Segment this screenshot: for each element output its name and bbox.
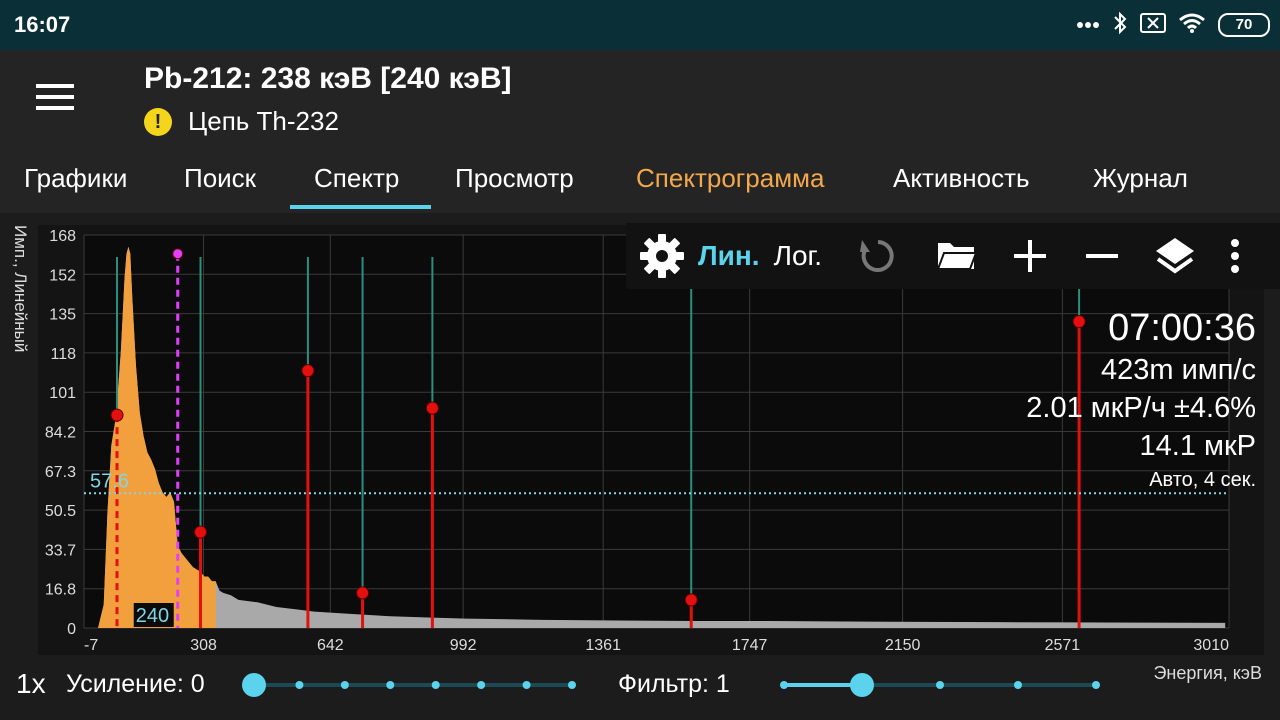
tab-activity[interactable]: Активность (893, 163, 1030, 194)
y-tick-label: 101 (49, 385, 76, 402)
tab-log[interactable]: Журнал (1093, 163, 1188, 194)
marker-point (356, 586, 370, 600)
zoom-level-button[interactable]: 1x (16, 668, 46, 700)
active-tab-indicator (290, 205, 431, 209)
tab-spectrogram[interactable]: Спектрограмма (636, 163, 824, 194)
slider-tick (568, 681, 576, 689)
refresh-icon[interactable] (858, 236, 898, 276)
slider-tick (1092, 681, 1100, 689)
x-tick-label: 2150 (885, 637, 921, 654)
sim-off-icon (1140, 12, 1166, 38)
acquisition-mode: Авто, 4 сек. (1149, 469, 1256, 491)
subtitle-text: Цепь Th-232 (188, 106, 339, 136)
x-tick-label: 308 (190, 637, 217, 654)
level-label: 57.6 (90, 470, 129, 492)
cursor-energy-label: 240 (136, 605, 169, 627)
slider-tick (386, 681, 395, 689)
y-tick-label: 67.3 (45, 464, 76, 481)
slider-thumb (850, 673, 874, 697)
y-tick-label: 135 (49, 307, 76, 324)
x-tick-label: 992 (450, 637, 477, 654)
y-tick-label: 84.2 (45, 425, 76, 442)
y-tick-label: 16.8 (45, 582, 76, 599)
dose-rate: 2.01 мкР/ч ±4.6% (1026, 392, 1256, 424)
x-tick-label: 2571 (1045, 637, 1081, 654)
marker-point (301, 364, 315, 378)
x-tick-label: 1747 (732, 637, 768, 654)
app-bar: Pb-212: 238 кэВ [240 кэВ] ! Цепь Th-232 (0, 50, 1280, 145)
x-tick-label: 642 (317, 637, 344, 654)
log-scale-button[interactable]: Лог. (774, 240, 823, 272)
slider-tick (1014, 681, 1022, 689)
minus-icon[interactable] (1084, 238, 1120, 274)
gear-icon[interactable] (638, 232, 686, 280)
y-tick-label: 168 (49, 228, 76, 245)
status-icons: 70 (1076, 10, 1270, 40)
status-bar: 16:07 70 (0, 0, 1280, 50)
x-tick-label: 1361 (585, 637, 621, 654)
slider-tick (522, 681, 531, 689)
x-tick-label: 3010 (1193, 637, 1229, 654)
y-tick-label: 118 (50, 346, 76, 363)
warning-info-icon[interactable]: ! (144, 107, 172, 136)
slider-tick (936, 681, 944, 689)
tab-graphs[interactable]: Графики (24, 163, 127, 194)
bottom-controls: 1x Усиление: 0 Фильтр: 1 (0, 660, 1280, 720)
filter-slider[interactable] (770, 670, 1110, 700)
page-subtitle: ! Цепь Th-232 (144, 106, 339, 137)
slider-thumb (242, 673, 266, 697)
tab-spectrum[interactable]: Спектр (314, 163, 399, 194)
y-tick-label: 50.5 (45, 503, 76, 520)
y-tick-label: 0 (67, 621, 76, 638)
tab-search[interactable]: Поиск (184, 163, 256, 194)
gain-slider[interactable] (240, 670, 586, 700)
slider-tick (477, 681, 486, 689)
battery-icon: 70 (1218, 13, 1270, 37)
layers-icon[interactable] (1154, 235, 1196, 277)
marker-point (684, 593, 698, 607)
more-dots-icon (1076, 16, 1100, 34)
tab-bar: Графики Поиск Спектр Просмотр Спектрогра… (0, 145, 1280, 213)
slider-tick (431, 681, 440, 689)
y-tick-label: 33.7 (45, 542, 76, 559)
filter-label: Фильтр: 1 (618, 670, 730, 698)
more-vert-icon[interactable] (1230, 238, 1240, 274)
marker-point (194, 525, 208, 539)
status-time: 16:07 (14, 12, 71, 37)
page-title: Pb-212: 238 кэВ [240 кэВ] (144, 62, 512, 95)
slider-tick (780, 681, 788, 689)
accumulated-dose: 14.1 мкР (1139, 430, 1256, 462)
plus-icon[interactable] (1012, 238, 1048, 274)
gain-label: Усиление: 0 (66, 670, 205, 698)
slider-tick (340, 681, 349, 689)
elapsed-time: 07:00:36 (1108, 307, 1256, 349)
marker-point (425, 401, 439, 415)
linear-scale-button[interactable]: Лин. (698, 240, 760, 272)
wifi-icon (1178, 12, 1206, 39)
chart-toolbar: Лин. Лог. (626, 223, 1280, 289)
x-tick-label: -7 (84, 637, 98, 654)
count-rate: 423m имп/с (1101, 354, 1256, 386)
marker-point (110, 408, 124, 422)
bluetooth-icon (1112, 11, 1128, 40)
folder-open-icon[interactable] (936, 239, 978, 273)
marker-point (172, 248, 184, 260)
slider-tick (295, 681, 304, 689)
measurement-readouts: 07:00:36 423m имп/с 2.01 мкР/ч ±4.6% 14.… (1026, 305, 1256, 495)
y-tick-label: 152 (49, 267, 76, 284)
hamburger-menu-icon[interactable] (36, 80, 76, 114)
tab-view[interactable]: Просмотр (455, 163, 574, 194)
